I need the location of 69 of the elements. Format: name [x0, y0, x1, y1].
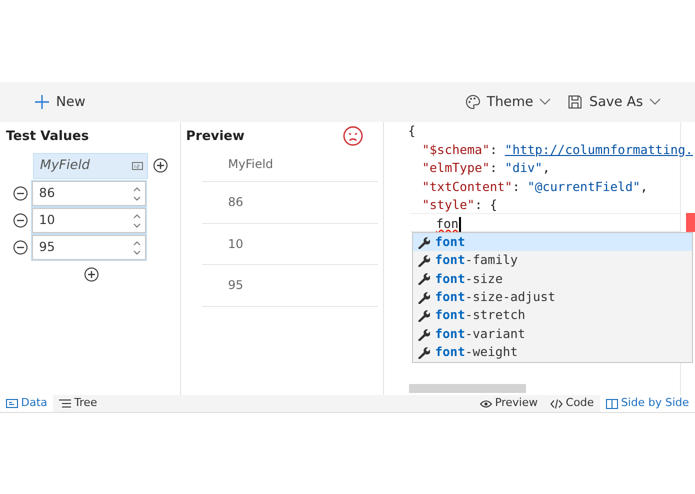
- spinner-icon[interactable]: [133, 214, 141, 228]
- wrench-icon: [417, 236, 430, 249]
- code-text: fon: [436, 216, 459, 231]
- json-string: "div": [504, 160, 542, 176]
- remove-row-icon[interactable]: [13, 213, 28, 228]
- code-punctuation: :: [490, 142, 498, 157]
- view-tab[interactable]: Tree: [53, 395, 104, 412]
- add-column-icon[interactable]: [153, 158, 168, 173]
- error-marker: [686, 213, 695, 232]
- suggestion-item[interactable]: font-family: [413, 251, 692, 270]
- palette-icon: [464, 94, 481, 110]
- preview-value: 10: [228, 236, 244, 253]
- suggestion-item[interactable]: font-size: [413, 270, 692, 288]
- new-button[interactable]: New: [26, 92, 94, 112]
- wrench-icon: [417, 290, 430, 304]
- suggestion-item[interactable]: font-weight: [413, 343, 692, 362]
- tree-icon: [59, 399, 72, 408]
- wrench-icon: [417, 309, 430, 322]
- remove-row-icon[interactable]: [13, 240, 28, 255]
- number-field[interactable]: 10: [32, 208, 146, 233]
- suggestion-item[interactable]: font-size-adjust: [413, 288, 692, 307]
- code-punctuation: ,: [640, 178, 648, 194]
- eye-icon: [480, 400, 492, 408]
- code-punctuation: {: [408, 123, 416, 138]
- spinner-icon[interactable]: [133, 186, 141, 200]
- text-cursor: [458, 217, 461, 232]
- scrollbar-thumb[interactable]: [409, 384, 526, 393]
- code-punctuation: ,: [542, 160, 550, 176]
- suggestion-item[interactable]: font-stretch: [413, 306, 692, 325]
- view-tab[interactable]: Side by Side: [600, 395, 695, 412]
- code-punctuation: :: [512, 178, 521, 194]
- code-punctuation: : {: [474, 197, 498, 212]
- save-as-button[interactable]: Save As: [559, 92, 669, 112]
- code-icon: [550, 398, 563, 408]
- view-tab[interactable]: Data: [0, 395, 54, 412]
- code-punctuation: :: [490, 160, 498, 176]
- suggestion-item[interactable]: font-variant: [413, 324, 692, 344]
- wrench-icon: [417, 254, 430, 268]
- suggestion-item[interactable]: font: [413, 233, 692, 252]
- view-tab[interactable]: Preview: [474, 395, 544, 412]
- plus-icon: [34, 94, 50, 110]
- wrench-icon: [417, 328, 430, 341]
- json-key: "$schema": [422, 142, 490, 157]
- view-tab[interactable]: Code: [544, 395, 600, 412]
- save-icon: [567, 94, 584, 110]
- number-type-icon: [132, 162, 143, 170]
- json-key: "txtContent": [422, 178, 512, 194]
- schema-link[interactable]: "http://columnformatting.: [504, 142, 693, 157]
- chevron-down-icon: [539, 98, 552, 106]
- preview-value: 86: [228, 194, 244, 212]
- remove-row-icon[interactable]: [13, 186, 28, 201]
- number-field[interactable]: 86: [32, 181, 146, 206]
- preview-value: 95: [228, 277, 244, 294]
- number-field[interactable]: 95: [32, 235, 146, 260]
- spinner-icon[interactable]: [133, 240, 141, 254]
- json-key: "elmType": [422, 160, 490, 176]
- chevron-down-icon: [649, 98, 661, 106]
- theme-button[interactable]: Theme: [456, 92, 560, 112]
- json-string: "@currentField": [527, 178, 640, 194]
- grid-icon: [6, 399, 18, 408]
- panel-title: Test Values: [6, 128, 90, 146]
- json-key: "style": [422, 197, 475, 212]
- wrench-icon: [417, 272, 430, 286]
- columns-icon: [606, 398, 618, 408]
- field-name: MyField: [40, 157, 90, 176]
- panel-title: Preview: [186, 129, 245, 144]
- wrench-icon: [417, 346, 430, 360]
- column-header: MyField: [228, 156, 274, 172]
- add-row-icon[interactable]: [84, 267, 99, 282]
